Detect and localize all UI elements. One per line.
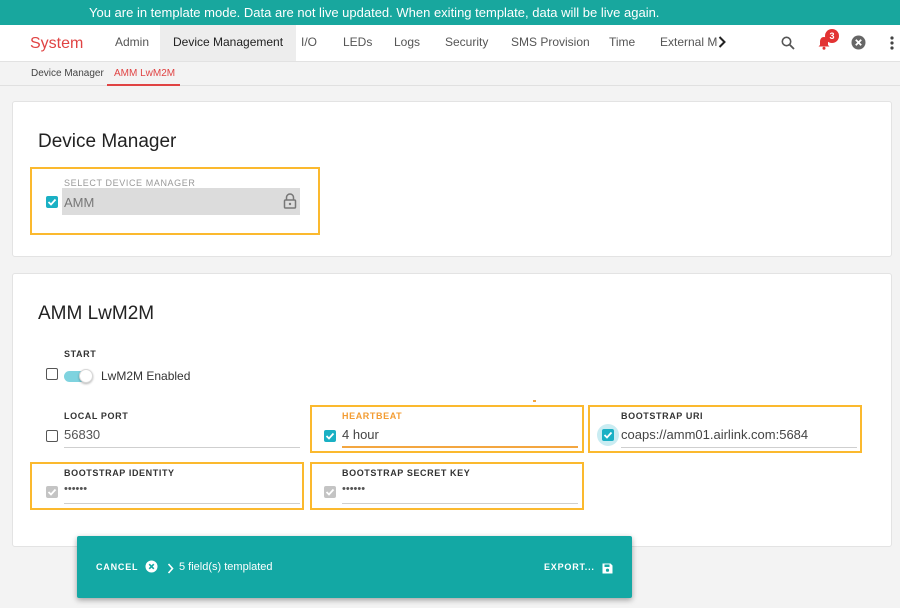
tab-leds[interactable]: LEDs <box>343 25 372 61</box>
template-snackbar: CANCEL 5 field(s) templated EXPORT... <box>77 536 632 598</box>
tab-external-mo[interactable]: External Mo <box>660 25 718 61</box>
local-port-input[interactable]: 56830 <box>64 427 100 442</box>
bootstrap-uri-underline <box>621 447 857 448</box>
template-mode-banner: You are in template mode. Data are not l… <box>0 0 900 25</box>
device-manager-template-checkbox[interactable] <box>46 196 58 208</box>
local-port-label: LOCAL PORT <box>64 411 129 421</box>
heartbeat-marker <box>533 400 536 402</box>
local-port-template-checkbox[interactable] <box>46 430 58 442</box>
cancel-button[interactable]: CANCEL <box>96 562 138 572</box>
bootstrap-secret-key-template-checkbox[interactable] <box>324 486 336 498</box>
device-manager-title: Device Manager <box>38 131 177 152</box>
chevron-right-icon <box>167 561 174 579</box>
tab-device-management[interactable]: Device Management <box>160 25 297 61</box>
heartbeat-label: HEARTBEAT <box>342 411 403 421</box>
subtab-device-manager[interactable]: Device Manager <box>31 68 104 79</box>
bootstrap-secret-key-label: BOOTSTRAP SECRET KEY <box>342 468 471 478</box>
brand-title: System <box>30 35 84 52</box>
local-port-underline <box>64 447 300 448</box>
more-vert-icon[interactable] <box>890 36 894 55</box>
bootstrap-secret-key-input[interactable]: •••••• <box>342 483 365 495</box>
select-device-manager-label: SELECT DEVICE MANAGER <box>64 178 196 188</box>
heartbeat-input[interactable]: 4 hour <box>342 427 379 442</box>
bootstrap-identity-underline <box>64 503 300 504</box>
start-template-checkbox[interactable] <box>46 368 58 380</box>
tab-io[interactable]: I/O <box>301 25 317 61</box>
bootstrap-uri-label: BOOTSTRAP URI <box>621 411 704 421</box>
search-icon[interactable] <box>781 36 795 55</box>
bootstrap-uri-template-checkbox[interactable] <box>602 429 614 441</box>
active-subtab-indicator <box>107 84 180 86</box>
notification-badge: 3 <box>825 29 839 43</box>
tab-logs[interactable]: Logs <box>394 25 420 61</box>
cancel-circle-icon[interactable] <box>145 560 158 578</box>
close-circle-icon[interactable] <box>851 35 866 55</box>
heartbeat-underline <box>342 446 578 448</box>
lwm2m-toggle-label: LwM2M Enabled <box>101 369 191 383</box>
banner-text: You are in template mode. Data are not l… <box>89 5 660 20</box>
sub-navigation: Device Manager AMM LwM2M <box>0 62 900 86</box>
bootstrap-secret-key-underline <box>342 503 578 504</box>
start-label: START <box>64 349 97 359</box>
amm-lwm2m-title: AMM LwM2M <box>38 303 155 324</box>
tab-security[interactable]: Security <box>445 25 488 61</box>
bootstrap-uri-input[interactable]: coaps://amm01.airlink.com:5684 <box>621 427 808 442</box>
device-manager-select[interactable] <box>62 188 300 215</box>
lwm2m-toggle-knob[interactable] <box>79 369 93 383</box>
lock-icon <box>283 193 297 214</box>
chevron-right-icon[interactable] <box>718 36 726 51</box>
top-navigation: System Admin Device Management I/O LEDs … <box>0 25 900 62</box>
bootstrap-identity-template-checkbox[interactable] <box>46 486 58 498</box>
subtab-amm-lwm2m[interactable]: AMM LwM2M <box>114 68 175 79</box>
tab-time[interactable]: Time <box>609 25 635 61</box>
heartbeat-template-checkbox[interactable] <box>324 430 336 442</box>
tab-sms-provision[interactable]: SMS Provision <box>511 25 590 61</box>
save-icon[interactable] <box>602 561 613 579</box>
export-button[interactable]: EXPORT... <box>544 562 595 572</box>
device-manager-select-value: AMM <box>64 195 95 210</box>
bootstrap-identity-label: BOOTSTRAP IDENTITY <box>64 468 175 478</box>
tab-admin[interactable]: Admin <box>115 25 149 61</box>
templated-count-message: 5 field(s) templated <box>179 561 273 573</box>
bootstrap-identity-input[interactable]: •••••• <box>64 483 87 495</box>
